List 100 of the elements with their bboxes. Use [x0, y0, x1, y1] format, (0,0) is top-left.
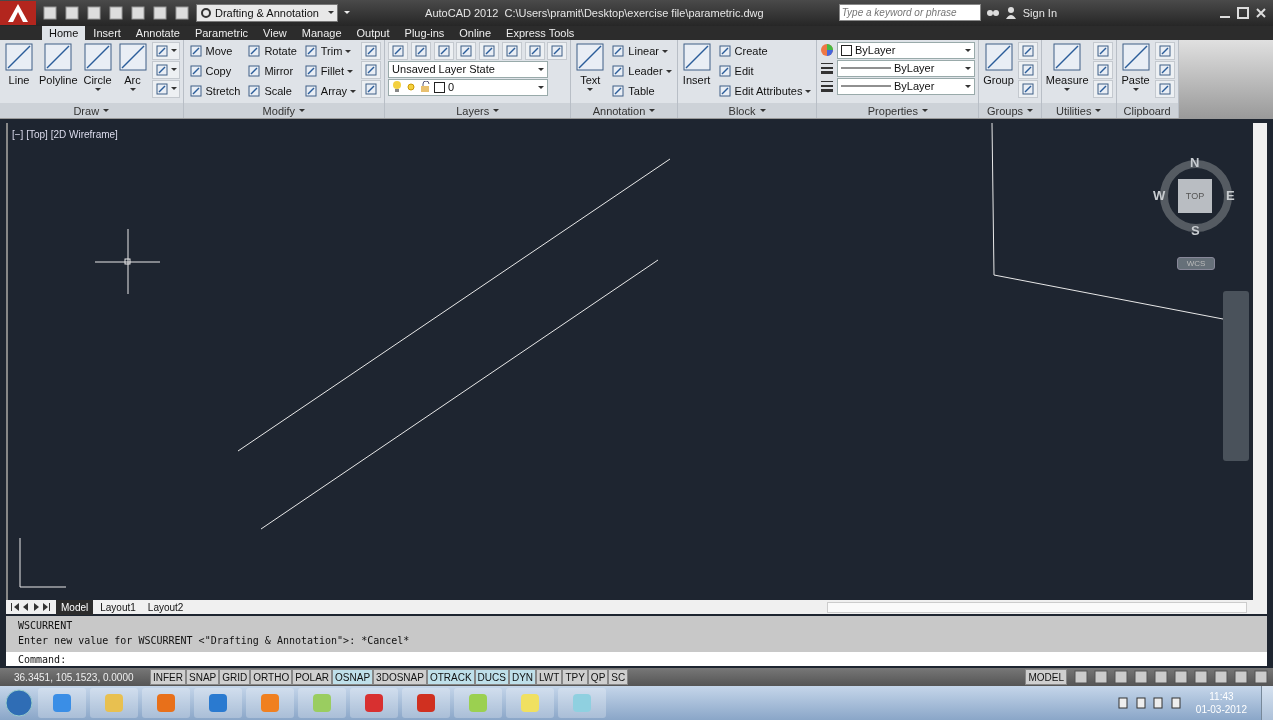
panel-title[interactable]: Block — [677, 103, 817, 119]
panel-title[interactable]: Utilities — [1041, 103, 1116, 119]
ribbon-tab[interactable]: Output — [349, 25, 397, 40]
toolbar-button[interactable] — [86, 4, 102, 21]
close-icon[interactable] — [1255, 6, 1267, 19]
ribbon-tab[interactable]: Insert — [86, 25, 128, 40]
maximize-icon[interactable] — [1237, 6, 1249, 19]
tool-button[interactable] — [361, 41, 382, 60]
ribbon-button[interactable]: Fillet — [301, 61, 359, 81]
show-desktop-button[interactable] — [1261, 686, 1273, 720]
status-toggle[interactable]: OTRACK — [426, 669, 475, 686]
tool-button[interactable] — [456, 41, 477, 60]
ribbon-button[interactable]: Paste — [1119, 41, 1152, 92]
panel-title[interactable]: Groups — [979, 103, 1041, 119]
layer-state-dropdown[interactable]: Unsaved Layer State — [388, 60, 549, 78]
tool-button[interactable] — [151, 41, 180, 60]
tool-button[interactable] — [151, 79, 180, 98]
status-tool-button[interactable] — [1133, 669, 1149, 686]
status-toggle[interactable]: POLAR — [292, 669, 333, 686]
layer-dropdown[interactable]: 0 — [388, 78, 549, 96]
tool-button[interactable] — [1017, 79, 1038, 98]
drawing-canvas[interactable]: [−] [Top] [2D Wireframe] N W TOP E S WCS — [6, 123, 1267, 601]
status-toggle[interactable]: QP — [587, 669, 609, 686]
tool-button[interactable] — [547, 41, 568, 60]
status-tool-button[interactable] — [1213, 669, 1229, 686]
ribbon-button[interactable]: Move — [186, 41, 243, 61]
tool-button[interactable] — [1154, 41, 1175, 60]
ribbon-button[interactable]: Trim — [301, 41, 359, 61]
tool-button[interactable] — [1154, 60, 1175, 79]
tool-button[interactable] — [361, 79, 382, 98]
tool-button[interactable] — [410, 41, 431, 60]
tool-button[interactable] — [1092, 79, 1113, 98]
ribbon-button[interactable]: Polyline — [38, 41, 79, 89]
tool-button[interactable] — [1092, 41, 1113, 60]
model-space-button[interactable]: MODEL — [1025, 669, 1067, 686]
workspace-dropdown[interactable]: Drafting & Annotation — [196, 3, 338, 22]
tool-button[interactable] — [479, 41, 500, 60]
status-toggle[interactable]: GRID — [219, 669, 251, 686]
compass-west[interactable]: W — [1153, 189, 1166, 204]
toolbar-button[interactable] — [108, 4, 124, 21]
ribbon-button[interactable]: Insert — [680, 41, 713, 89]
toolbar-button[interactable] — [42, 4, 58, 21]
viewcube-face[interactable]: TOP — [1178, 179, 1212, 214]
ribbon-button[interactable]: Copy — [186, 61, 243, 81]
status-tool-button[interactable] — [1093, 669, 1109, 686]
ribbon-tab[interactable]: Annotate — [128, 25, 187, 40]
ribbon-button[interactable]: Edit Attributes — [715, 81, 814, 101]
compass-east[interactable]: E — [1226, 189, 1235, 204]
viewport-label[interactable]: [−] [Top] [2D Wireframe] — [12, 127, 118, 143]
toolbar-button[interactable] — [130, 4, 146, 21]
tool-button[interactable] — [388, 41, 409, 60]
ribbon-tab[interactable]: View — [256, 25, 294, 40]
toolbar-button[interactable] — [64, 4, 80, 21]
linetype-dropdown[interactable]: ByLayer — [837, 59, 976, 77]
taskbar-app-icon[interactable] — [194, 688, 242, 718]
horizontal-scrollbar[interactable] — [827, 601, 1247, 613]
panel-title[interactable]: Clipboard — [1116, 103, 1178, 119]
panel-title[interactable]: Layers — [385, 103, 571, 119]
status-tool-button[interactable] — [1073, 669, 1089, 686]
tool-button[interactable] — [361, 60, 382, 79]
status-toggle[interactable]: ORTHO — [250, 669, 293, 686]
vertical-scrollbar[interactable] — [1253, 123, 1267, 601]
compass-north[interactable]: N — [1190, 156, 1200, 171]
taskbar-app-icon[interactable] — [350, 688, 398, 718]
ribbon-button[interactable]: Circle — [81, 41, 114, 92]
ribbon-button[interactable]: Create — [715, 41, 814, 61]
taskbar-app-icon[interactable] — [38, 688, 86, 718]
panel-title[interactable]: Annotation — [571, 103, 677, 119]
ribbon-button[interactable]: Rotate — [245, 41, 299, 61]
status-toggle[interactable]: SNAP — [186, 669, 220, 686]
taskbar-app-icon[interactable] — [142, 688, 190, 718]
status-tool-button[interactable] — [1233, 669, 1249, 686]
ribbon-button[interactable]: Mirror — [245, 61, 299, 81]
ribbon-tab[interactable]: Plug-ins — [397, 25, 452, 40]
toolbar-button[interactable] — [152, 4, 168, 21]
ribbon-button[interactable]: Scale — [245, 81, 299, 101]
status-toggle[interactable]: TPY — [562, 669, 588, 686]
tool-button[interactable] — [1017, 41, 1038, 60]
ribbon-button[interactable]: Table — [609, 81, 674, 101]
status-tool-button[interactable] — [1193, 669, 1209, 686]
ribbon-tab[interactable]: Manage — [294, 25, 349, 40]
color-dropdown[interactable]: ByLayer — [837, 41, 976, 59]
ribbon-tab[interactable]: Online — [452, 25, 499, 40]
tool-button[interactable] — [151, 60, 180, 79]
search-field[interactable]: Type a keyword or phrase — [838, 4, 981, 22]
compass-south[interactable]: S — [1191, 224, 1200, 239]
ribbon-button[interactable]: Text — [574, 41, 607, 92]
tool-button[interactable] — [501, 41, 522, 60]
linetype-dropdown[interactable]: ByLayer — [837, 77, 976, 95]
taskbar-app-icon[interactable] — [402, 688, 450, 718]
layout-tab[interactable]: Layout1 — [95, 599, 141, 615]
ribbon-button[interactable]: Stretch — [186, 81, 243, 101]
taskbar-app-icon[interactable] — [246, 688, 294, 718]
ribbon-button[interactable]: Linear — [609, 41, 674, 61]
status-tool-button[interactable] — [1113, 669, 1129, 686]
tool-button[interactable] — [1154, 79, 1175, 98]
tool-button[interactable] — [433, 41, 454, 60]
status-toggle[interactable]: OSNAP — [332, 669, 374, 686]
ribbon-button[interactable]: Edit — [715, 61, 814, 81]
status-tool-button[interactable] — [1173, 669, 1189, 686]
